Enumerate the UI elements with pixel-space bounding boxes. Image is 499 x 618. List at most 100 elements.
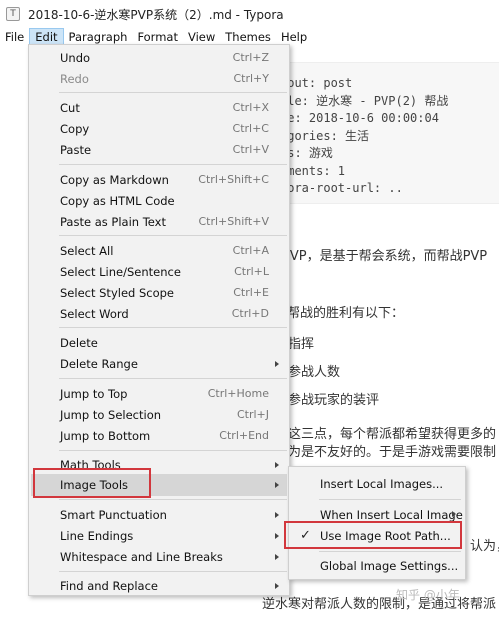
menu-item-smart-punctuation[interactable]: Smart Punctuation [31, 504, 287, 525]
menu-item-jump-to-bottom[interactable]: Jump to Bottom Ctrl+End [31, 425, 287, 446]
menu-item-label: Redo [60, 71, 89, 86]
menu-separator [59, 164, 287, 165]
front-matter-line: yout: post [280, 76, 353, 90]
menu-item-label: Delete [60, 335, 98, 350]
shortcut: Ctrl+L [234, 265, 269, 278]
menu-item-label: Line Endings [60, 528, 134, 543]
paragraph-text: 认为， [470, 539, 499, 554]
menu-separator [59, 235, 287, 236]
menu-item-delete-range[interactable]: Delete Range [31, 353, 287, 374]
menu-item-label: Copy as HTML Code [60, 193, 175, 208]
menu-item-label: Select Styled Scope [60, 285, 175, 300]
menu-item-select-styled-scope[interactable]: Select Styled Scope Ctrl+E [31, 282, 287, 303]
menu-item-paste-plain-text[interactable]: Paste as Plain Text Ctrl+Shift+V [31, 211, 287, 232]
menu-separator [59, 450, 287, 451]
shortcut: Ctrl+D [231, 307, 269, 320]
menu-item-label: Jump to Top [60, 386, 128, 401]
typora-app-icon: T [6, 7, 20, 21]
menu-item-label: Jump to Bottom [60, 428, 151, 443]
front-matter-line: pora-root-url: .. [280, 181, 403, 195]
paragraph-text: 帮战的胜利有以下： [287, 306, 405, 321]
shortcut: Ctrl+X [232, 101, 269, 114]
menu-separator [59, 499, 287, 500]
menu-item-cut[interactable]: Cut Ctrl+X [31, 97, 287, 118]
submenu-arrow-icon [275, 360, 279, 367]
shortcut: Ctrl+J [236, 408, 269, 421]
menu-item-label: Select All [60, 243, 114, 258]
annotation-highlight-box [33, 468, 151, 498]
front-matter-line: gs: 游戏 [280, 146, 333, 160]
shortcut: Ctrl+Y [233, 72, 269, 85]
submenu-arrow-icon [275, 511, 279, 518]
list-item: 参战人数 [288, 365, 341, 380]
edit-menu: Undo Ctrl+Z Redo Ctrl+Y Cut Ctrl+X Copy Ctrl… [28, 44, 290, 596]
shortcut: Ctrl+A [232, 244, 269, 257]
watermark: 知乎 @小年 [396, 588, 460, 602]
list-item: 指挥 [288, 337, 315, 352]
menu-item-label: Copy as Markdown [60, 172, 169, 187]
menu-item-select-all[interactable]: Select All Ctrl+A [31, 240, 287, 261]
menu-item-label: Select Line/Sentence [60, 264, 181, 279]
submenu-arrow-icon [275, 461, 279, 468]
menu-separator [59, 327, 287, 328]
menu-file[interactable]: File [0, 28, 29, 46]
menu-item-paste[interactable]: Paste Ctrl+V [31, 139, 287, 160]
submenu-arrow-icon [275, 532, 279, 539]
submenu-item-global-image-settings[interactable]: Global Image Settings... [291, 555, 463, 577]
submenu-arrow-icon [275, 482, 279, 488]
menu-item-delete[interactable]: Delete [31, 332, 287, 353]
menu-item-select-line[interactable]: Select Line/Sentence Ctrl+L [31, 261, 287, 282]
menu-separator [59, 571, 287, 572]
front-matter-line: egories: 生活 [280, 128, 370, 143]
paragraph-text: PVP，是基于帮会系统，而帮战PVP [282, 249, 488, 264]
submenu-item-label: Insert Local Images... [320, 477, 444, 491]
menu-item-label: Select Word [60, 306, 129, 321]
menu-item-copy-as-markdown[interactable]: Copy as Markdown Ctrl+Shift+C [31, 169, 287, 190]
menu-item-label: Paste [60, 142, 92, 157]
menu-item-label: Paste as Plain Text [60, 214, 166, 229]
front-matter-line: tle: 逆水寒 - PVP(2) 帮战 [280, 93, 449, 108]
menu-item-whitespace-line-breaks[interactable]: Whitespace and Line Breaks [31, 546, 287, 567]
list-item: 参战玩家的装评 [288, 393, 380, 408]
menu-item-jump-to-selection[interactable]: Jump to Selection Ctrl+J [31, 404, 287, 425]
submenu-item-label: When Insert Local Image [320, 508, 463, 522]
menu-separator [59, 378, 287, 379]
menu-item-label: Delete Range [60, 356, 138, 371]
submenu-arrow-icon [275, 582, 279, 589]
shortcut: Ctrl+Home [207, 387, 269, 400]
shortcut: Ctrl+Shift+V [198, 215, 269, 228]
menu-separator [319, 499, 461, 500]
menu-item-select-word[interactable]: Select Word Ctrl+D [31, 303, 287, 324]
annotation-highlight-box [284, 521, 462, 549]
menu-item-copy[interactable]: Copy Ctrl+C [31, 118, 287, 139]
window-title: 2018-10-6-逆水寒PVP系统（2）.md - Typora [28, 7, 284, 22]
menu-item-label: Cut [60, 100, 80, 115]
shortcut: Ctrl+End [219, 429, 269, 442]
submenu-item-insert-local-images[interactable]: Insert Local Images... [291, 473, 463, 495]
menu-item-redo[interactable]: Redo Ctrl+Y [31, 68, 287, 89]
submenu-arrow-icon [452, 511, 456, 517]
shortcut: Ctrl+V [232, 143, 269, 156]
menu-item-label: Whitespace and Line Breaks [60, 549, 223, 564]
menu-separator [59, 92, 287, 93]
front-matter-line: te: 2018-10-6 00:00:04 [280, 111, 439, 125]
title-bar: T 2018-10-6-逆水寒PVP系统（2）.md - Typora [0, 0, 499, 28]
menu-item-line-endings[interactable]: Line Endings [31, 525, 287, 546]
menu-item-label: Find and Replace [60, 578, 158, 593]
menu-item-undo[interactable]: Undo Ctrl+Z [31, 47, 287, 68]
menu-item-label: Undo [60, 50, 91, 65]
menu-separator [319, 551, 461, 552]
menu-item-copy-as-html[interactable]: Copy as HTML Code [31, 190, 287, 211]
menu-item-find-and-replace[interactable]: Find and Replace [31, 575, 287, 596]
shortcut: Ctrl+C [232, 122, 269, 135]
menu-item-label: Copy [60, 121, 90, 136]
menu-item-label: Jump to Selection [60, 407, 162, 422]
shortcut: Ctrl+Z [232, 51, 269, 64]
submenu-arrow-icon [275, 553, 279, 560]
shortcut: Ctrl+Shift+C [198, 173, 269, 186]
menu-item-jump-to-top[interactable]: Jump to Top Ctrl+Home [31, 383, 287, 404]
submenu-item-label: Global Image Settings... [320, 559, 459, 573]
shortcut: Ctrl+E [233, 286, 269, 299]
paragraph-text: 逆水寒对帮派人数的限制，是通过将帮派 [262, 597, 497, 612]
paragraph-text: 为是不友好的。于是手游戏需要限制 [288, 445, 497, 460]
